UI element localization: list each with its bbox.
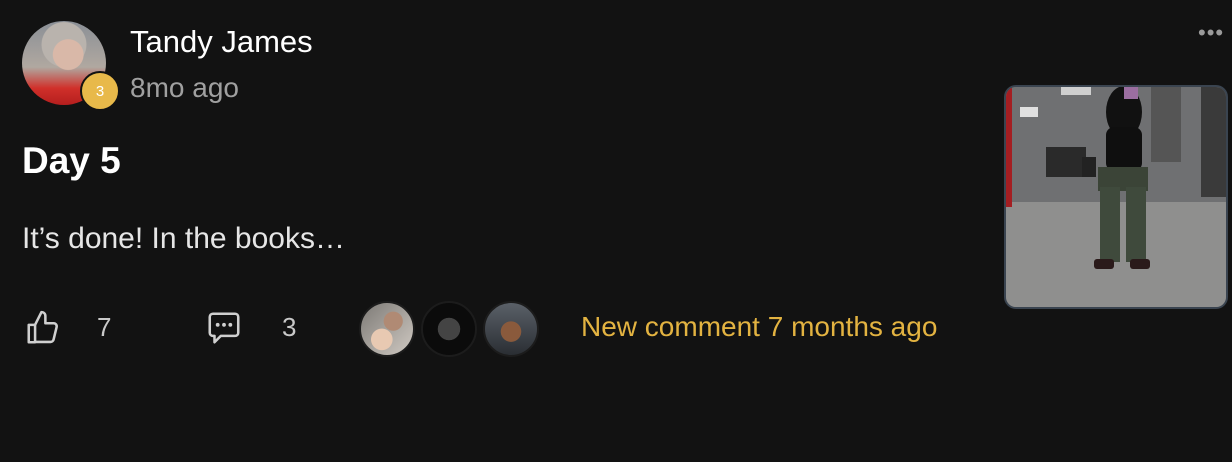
- like-count[interactable]: 7: [97, 312, 111, 343]
- commenter-avatar[interactable]: [421, 301, 477, 357]
- more-options-icon[interactable]: •••: [1198, 20, 1230, 46]
- post-title[interactable]: Day 5: [22, 140, 121, 182]
- post-image-thumbnail[interactable]: [1004, 85, 1228, 309]
- comment-bubble-icon[interactable]: [205, 309, 243, 347]
- commenter-avatar[interactable]: [359, 301, 415, 357]
- post-timestamp: 8mo ago: [130, 72, 239, 103]
- commenter-avatar[interactable]: [483, 301, 539, 357]
- post-body[interactable]: It’s done! In the books…: [22, 222, 345, 256]
- comment-count[interactable]: 3: [282, 312, 296, 343]
- gym-photo: [1006, 87, 1226, 307]
- author-name[interactable]: Tandy James: [130, 24, 313, 60]
- level-badge: 3: [80, 71, 120, 111]
- thumbs-up-icon[interactable]: [24, 309, 62, 347]
- new-comment-link[interactable]: New comment 7 months ago: [581, 311, 937, 343]
